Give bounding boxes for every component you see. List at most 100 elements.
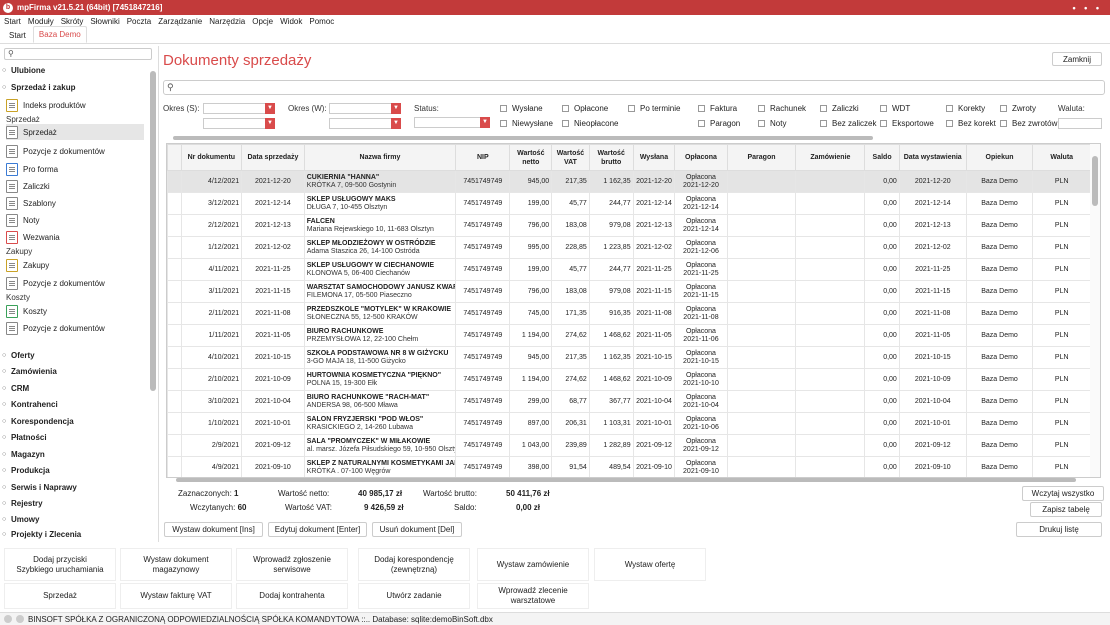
tab-baza-demo[interactable]: Baza Demo [32,26,87,43]
menu-pomoc[interactable]: Pomoc [309,17,334,26]
menu-opcje[interactable]: Opcje [252,17,273,26]
table-row[interactable]: 4/10/2021 2021-10-15 SZKOŁA PODSTAWOWA NR … [167,346,1091,369]
sidebar-item-proforma[interactable]: Pro forma [6,161,144,177]
filter-bez-korekt[interactable]: Bez korekt [946,119,996,128]
filter-rachunek[interactable]: Rachunek [758,104,806,113]
table-row[interactable]: 2/12/2021 2021-12-13 FALCEN Mariana Rejewsk… [167,214,1091,237]
filter-korekty[interactable]: Korekty [946,104,985,113]
menu-moduly[interactable]: Moduły [28,17,54,26]
col-paragon[interactable]: Paragon [726,144,797,171]
filter-eksportowe[interactable]: Eksportowe [880,119,934,128]
quick-order[interactable]: Wystaw zamówienie [477,548,589,581]
filter-scrollbar[interactable] [163,135,1105,141]
table-row[interactable]: 4/11/2021 2021-11-25 SKLEP USŁUGOWY W CIEC… [167,258,1091,281]
print-list-button[interactable]: Drukuj listę [1016,522,1102,537]
menu-slowniki[interactable]: Słowniki [90,17,119,26]
col-opiekun[interactable]: Opiekun [965,144,1034,171]
window-controls-icon[interactable]: • • • [1073,3,1102,13]
table-row[interactable]: 2/10/2021 2021-10-09 HURTOWNIA KOSMETYCZNA… [167,368,1091,391]
load-all-button[interactable]: Wczytaj wszystko [1022,486,1104,501]
menu-widok[interactable]: Widok [280,17,302,26]
menu-poczta[interactable]: Poczta [127,17,151,26]
table-row[interactable]: 2/9/2021 2021-09-12 SALA "PROMYCZEK" W MIŁ… [167,434,1091,457]
col-data-wystawienia[interactable]: Data wystawienia [898,144,967,171]
okres-w-to-select[interactable]: ▼ [329,118,401,129]
group-korespondencja[interactable]: ○ Korespondencja [2,417,74,426]
sidebar-item-zakupy-pozycje[interactable]: Pozycje z dokumentów [6,275,144,291]
filter-zwroty[interactable]: Zwroty [1000,104,1036,113]
okres-s-to-select[interactable]: ▼ [203,118,275,129]
quick-add-contractor[interactable]: Dodaj kontrahenta [236,583,348,609]
menu-zarzadzanie[interactable]: Zarządzanie [158,17,202,26]
filter-noty[interactable]: Noty [758,119,786,128]
sidebar-item-koszty-pozycje[interactable]: Pozycje z dokumentów [6,320,144,336]
filter-wyslane[interactable]: Wysłane [500,104,543,113]
close-button[interactable]: Zamknij [1052,52,1102,66]
col-saldo[interactable]: Saldo [864,144,900,171]
okres-s-from-select[interactable]: ▼ [203,103,275,114]
tab-start[interactable]: Start [4,28,31,43]
filter-zaliczki[interactable]: Zaliczki [820,104,859,113]
save-table-button[interactable]: Zapisz tabelę [1030,502,1102,517]
quick-warehouse-doc[interactable]: Wystaw dokument magazynowy [120,548,232,581]
sidebar-item-pozycje[interactable]: Pozycje z dokumentów [6,143,144,159]
filter-niewyslane[interactable]: Niewysłane [500,119,553,128]
filter-bez-zaliczek[interactable]: Bez zaliczek [820,119,876,128]
group-sprzedaz-zakup[interactable]: ○ Sprzedaż i zakup [2,83,75,92]
status-select[interactable]: ▼ [414,117,490,128]
sidebar-item-indeks[interactable]: Indeks produktów [6,97,144,113]
sidebar-item-zakupy[interactable]: Zakupy [6,257,144,273]
sidebar-item-sprzedaz[interactable]: Sprzedaż [6,124,144,140]
group-magazyn[interactable]: ○ Magazyn [2,450,45,459]
quick-add-buttons[interactable]: Dodaj przyciski Szybkiego uruchamiania [4,548,116,581]
group-rejestry[interactable]: ○ Rejestry [2,499,43,508]
quick-service-request[interactable]: Wprowadź zgłoszenie serwisowe [236,548,348,581]
quick-offer[interactable]: Wystaw ofertę [594,548,706,581]
sidebar-item-zaliczki[interactable]: Zaliczki [6,178,144,194]
filter-oplacone[interactable]: Opłacone [562,104,608,113]
document-search-input[interactable]: ⚲ [163,80,1105,95]
group-produkcja[interactable]: ○ Produkcja [2,466,50,475]
col-nr[interactable]: Nr dokumentu [180,144,243,171]
table-horizontal-scrollbar[interactable] [166,476,1101,484]
group-platnosci[interactable]: ○ Płatności [2,433,47,442]
sidebar-scrollbar[interactable] [150,63,156,533]
col-nip[interactable]: NIP [455,144,511,171]
edit-document-button[interactable]: Edytuj dokument [Enter] [268,522,367,537]
col-vat[interactable]: Wartość VAT [551,144,590,171]
col-brutto[interactable]: Wartość brutto [588,144,634,171]
col-oplacona[interactable]: Opłacona [674,144,728,171]
col-wyslana[interactable]: Wysłana [632,144,676,171]
col-nazwa[interactable]: Nazwa firmy [303,144,457,171]
sidebar-item-wezwania[interactable]: Wezwania [6,229,144,245]
col-netto[interactable]: Wartość netto [509,144,553,171]
table-row[interactable]: 4/9/2021 2021-09-10 SKLEP Z NATURALNYMI KO… [167,456,1091,477]
table-row[interactable]: 1/10/2021 2021-10-01 SALON FRYZJERSKI "POD… [167,412,1091,435]
menu-skroty[interactable]: Skróty [61,17,84,26]
filter-po-terminie[interactable]: Po terminie [628,104,680,113]
quick-correspondence[interactable]: Dodaj korespondencję (zewnętrzną) [358,548,470,581]
table-row[interactable]: 1/11/2021 2021-11-05 BIURO RACHUNKOWE PRZEM… [167,324,1091,347]
col-data-sprzedazy[interactable]: Data sprzedaży [241,144,305,171]
table-row[interactable]: 4/12/2021 2021-12-20 CUKIERNIA "HANNA" KRÓT… [167,170,1091,193]
filter-paragon[interactable]: Paragon [698,119,740,128]
delete-document-button[interactable]: Usuń dokument [Del] [372,522,462,537]
group-zamowienia[interactable]: ○ Zamówienia [2,367,57,376]
filter-faktura[interactable]: Faktura [698,104,737,113]
group-umowy[interactable]: ○ Umowy [2,515,39,524]
filter-wdt[interactable]: WDT [880,104,910,113]
group-serwis[interactable]: ○ Serwis i Naprawy [2,483,77,492]
quick-sales[interactable]: Sprzedaż [4,583,116,609]
filter-bez-zwrotow[interactable]: Bez zwrotów [1000,119,1057,128]
waluta-select[interactable] [1058,118,1102,129]
okres-w-from-select[interactable]: ▼ [329,103,401,114]
sidebar-item-noty[interactable]: Noty [6,212,144,228]
issue-document-button[interactable]: Wystaw dokument [Ins] [164,522,263,537]
table-vertical-scrollbar[interactable] [1090,144,1100,477]
quick-vat-invoice[interactable]: Wystaw fakturę VAT [120,583,232,609]
group-crm[interactable]: ○ CRM [2,384,29,393]
table-row[interactable]: 1/12/2021 2021-12-02 SKLEP MŁODZIEŻOWY W O… [167,236,1091,259]
quick-workshop-order[interactable]: Wprowadź zlecenie warsztatowe [477,583,589,609]
table-row[interactable]: 2/11/2021 2021-11-08 PRZEDSZKOLE "MOTYLEK"… [167,302,1091,325]
table-row[interactable]: 3/10/2021 2021-10-04 BIURO RACHUNKOWE "RAC… [167,390,1091,413]
